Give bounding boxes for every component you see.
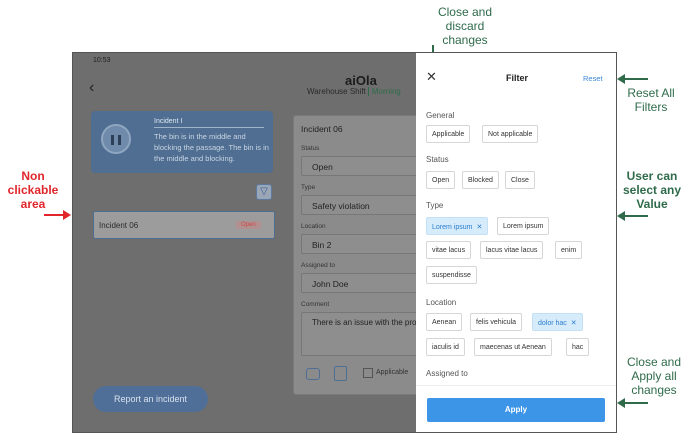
annotation-line: clickable	[7, 183, 59, 197]
incident-detail-card: Incident 06 Status Open Type Safety viol…	[293, 115, 421, 395]
chip-iaculis-id[interactable]: iaculis id	[426, 338, 465, 356]
section-general: General	[426, 111, 455, 120]
document-icon	[334, 366, 347, 381]
chip-type-lorem-selected[interactable]: Lorem ipsum ✕	[426, 217, 489, 235]
filter-footer: Apply	[416, 385, 616, 432]
chip-hac[interactable]: hac	[566, 338, 590, 356]
chip-felis-vehicula[interactable]: felis vehicula	[470, 313, 523, 331]
incident-row: Incident 06 Open	[93, 211, 275, 239]
chip-label: Lorem ipsum	[432, 224, 473, 231]
section-assigned: Assigned to	[426, 369, 468, 378]
annotation-line: Value	[636, 197, 668, 211]
annotation-line: discard	[445, 19, 485, 33]
chip-suspendisse[interactable]: suspendisse	[426, 266, 477, 284]
reset-button[interactable]: Reset	[583, 74, 603, 83]
annotation-line: Apply all	[631, 369, 677, 383]
chip-applicable[interactable]: Applicable	[426, 125, 471, 143]
arrowhead	[617, 398, 625, 408]
arrow-reset	[624, 78, 648, 80]
chip-dolor-hac-selected[interactable]: dolor hac ✕	[532, 313, 583, 331]
annotation-line: Close and	[437, 5, 493, 19]
arrow-close-apply	[624, 402, 648, 404]
arrowhead	[617, 211, 625, 221]
chip-maecenas[interactable]: maecenas ut Aenean	[474, 338, 552, 356]
chip-vitae-lacus[interactable]: vitae lacus	[426, 241, 472, 259]
annotation-reset-all: Reset All Filters	[618, 86, 684, 114]
shift-value: Morning	[367, 87, 401, 96]
apply-button[interactable]: Apply	[427, 398, 605, 422]
report-incident-button: Report an incident	[93, 386, 208, 412]
pause-icon	[101, 124, 131, 154]
field-label: Status	[301, 145, 320, 152]
arrow-non-clickable	[44, 214, 64, 216]
arrow-select-any	[624, 215, 648, 217]
chip-close[interactable]: Close	[505, 171, 535, 189]
annotation-line: changes	[442, 33, 488, 47]
type-field: Safety violation	[301, 195, 421, 215]
annotation-line: Filters	[634, 100, 668, 114]
chip-enim[interactable]: enim	[555, 241, 583, 259]
location-field: Bin 2	[301, 234, 421, 254]
remove-icon[interactable]: ✕	[476, 224, 482, 231]
filter-icon: ▽	[256, 184, 272, 200]
annotation-non-clickable: Non clickable area	[2, 169, 64, 211]
device-screen: 10:53 ‹ aiOla Warehouse Shift Morning Inc…	[72, 52, 617, 433]
section-status: Status	[426, 155, 449, 164]
annotation-select-any: User can select any Value	[618, 169, 686, 211]
arrowhead	[63, 210, 71, 220]
chip-type-lorem[interactable]: Lorem ipsum	[497, 217, 550, 235]
status-field: Open	[301, 156, 421, 176]
back-arrow-icon[interactable]: ‹	[89, 79, 94, 97]
player-card: Incident I The bin is in the middle and …	[91, 111, 273, 173]
player-description: The bin is in the middle and blocking th…	[154, 132, 269, 163]
chip-blocked[interactable]: Blocked	[462, 171, 499, 189]
field-label: Comment	[301, 301, 330, 308]
annotation-close-apply: Close and Apply all changes	[620, 355, 688, 397]
status-badge: Open	[236, 221, 261, 229]
arrowhead	[617, 74, 625, 84]
chip-not-applicable[interactable]: Not applicable	[482, 125, 539, 143]
chip-lacus-vitae-lacus[interactable]: lacus vitae lacus	[480, 241, 544, 259]
annotation-line: Close and	[626, 355, 682, 369]
annotation-line: select any	[622, 183, 682, 197]
shift-label: Warehouse Shift	[307, 87, 366, 96]
camera-icon	[306, 368, 320, 380]
incident-row-label: Incident 06	[99, 221, 139, 230]
annotation-line: Reset All	[627, 86, 675, 100]
annotation-line: User can	[626, 169, 678, 183]
chip-open[interactable]: Open	[426, 171, 456, 189]
player-title: Incident I	[154, 118, 264, 128]
applicable-label: Applicable	[376, 369, 409, 376]
comment-field: There is an issue with the pro	[301, 312, 421, 356]
app-logo: aiOla	[345, 73, 377, 88]
section-location: Location	[426, 298, 457, 307]
shift-info: Warehouse Shift Morning	[307, 87, 401, 96]
applicable-checkbox	[363, 368, 373, 378]
detail-title: Incident 06	[301, 124, 343, 134]
chip-aenean[interactable]: Aenean	[426, 313, 463, 331]
field-label: Type	[301, 184, 316, 191]
annotation-line: changes	[631, 383, 677, 397]
field-label: Assigned to	[301, 262, 335, 269]
remove-icon[interactable]: ✕	[571, 320, 577, 327]
filter-panel: ✕ Filter Reset General Applicable Not ap…	[416, 53, 616, 432]
assigned-field: John Doe	[301, 273, 421, 293]
annotation-close-discard: Close and discard changes	[425, 5, 505, 47]
chip-label: dolor hac	[538, 320, 567, 327]
section-type: Type	[426, 201, 444, 210]
field-label: Location	[301, 223, 326, 230]
annotation-line: Non	[21, 169, 45, 183]
annotation-line: area	[20, 197, 46, 211]
